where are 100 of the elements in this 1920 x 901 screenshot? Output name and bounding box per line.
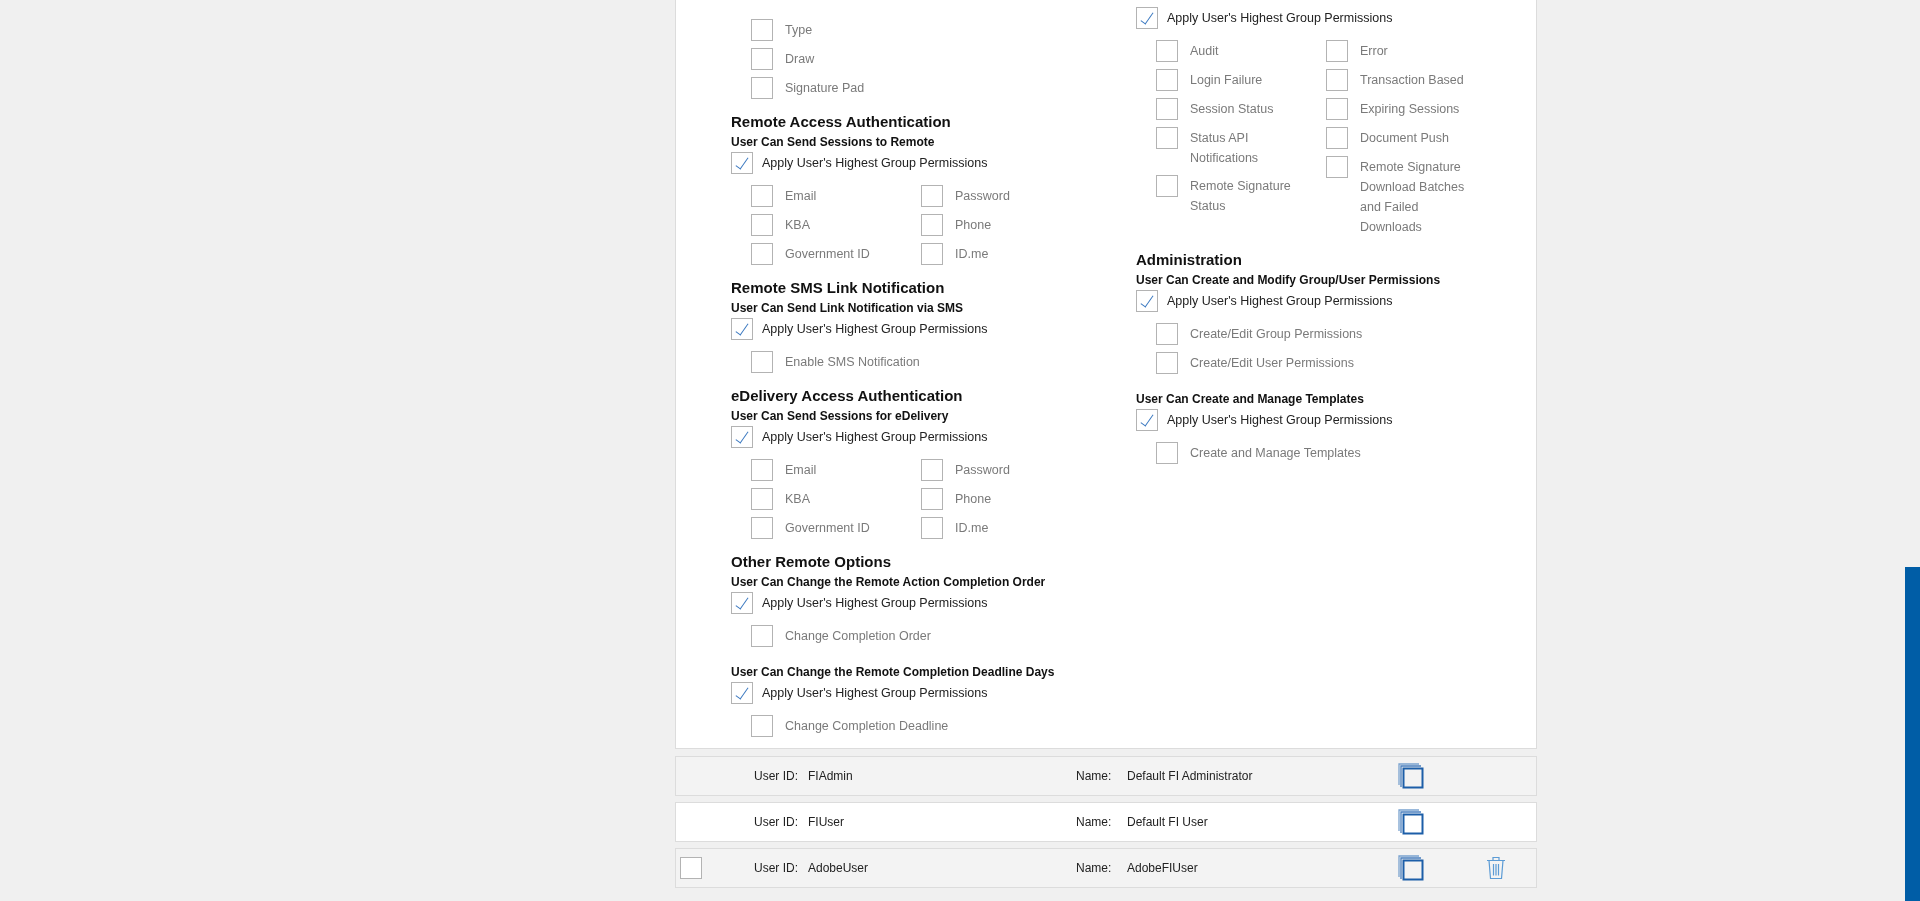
checkbox-label: Government ID (785, 246, 870, 263)
user-id: AdobeUser (808, 861, 870, 875)
user-name: AdobeFIUser (1127, 861, 1199, 875)
copy-icon[interactable] (1398, 763, 1424, 789)
checkbox[interactable] (751, 625, 773, 647)
permission-title: User Can Change the Remote Completion Deadline Days (731, 664, 1056, 681)
user-name: Default FI User (1127, 815, 1209, 829)
field-label: Name: (1076, 815, 1113, 829)
field-label: Name: (1076, 769, 1113, 783)
user-row[interactable]: User ID: FIAdmin Name: Default FI Administrator (675, 756, 1537, 796)
checked-checkbox[interactable] (731, 318, 753, 340)
checked-checkbox[interactable] (1136, 409, 1158, 431)
user-row[interactable]: User ID: FIUser Name: Default FI User (675, 802, 1537, 842)
checkbox[interactable] (921, 243, 943, 265)
permission-title: User Can Create and Manage Templates (1136, 391, 1365, 408)
checkbox-label: Session Status (1190, 101, 1274, 118)
checkbox-label: Remote Signature Status (1190, 178, 1292, 215)
checkbox[interactable] (751, 185, 773, 207)
checkbox[interactable] (1326, 127, 1348, 149)
checkbox-label: Draw (785, 51, 815, 68)
checkbox-label: Apply User's Highest Group Permissions (762, 322, 988, 336)
checkbox-label: Type (785, 22, 813, 39)
checkbox-label: Phone (955, 491, 992, 508)
checkbox-label: Create and Manage Templates (1190, 445, 1361, 462)
checkbox[interactable] (921, 459, 943, 481)
permission-title: User Can Send Sessions for eDelivery (731, 408, 950, 425)
checkbox[interactable] (751, 48, 773, 70)
checkbox[interactable] (751, 517, 773, 539)
checkbox[interactable] (1156, 40, 1178, 62)
checkbox[interactable] (751, 19, 773, 41)
checkbox[interactable] (1326, 156, 1348, 178)
checkbox-label: Phone (955, 217, 992, 234)
checked-checkbox[interactable] (731, 592, 753, 614)
checkbox[interactable] (921, 488, 943, 510)
checkbox-label: KBA (785, 217, 810, 234)
checkbox-label: KBA (785, 491, 810, 508)
checkbox[interactable] (751, 214, 773, 236)
checkbox[interactable] (1156, 323, 1178, 345)
checkbox[interactable] (1326, 98, 1348, 120)
checkbox-label: Password (955, 462, 1010, 479)
checkbox[interactable] (1156, 352, 1178, 374)
section-heading: Remote Access Authentication (731, 112, 952, 132)
checkbox[interactable] (1326, 40, 1348, 62)
checkbox-label: Government ID (785, 520, 870, 537)
permission-title: User Can Create and Modify Group/User Permissions (1136, 272, 1442, 289)
checkbox-label: Signature Pad (785, 80, 865, 97)
checked-checkbox[interactable] (1136, 7, 1158, 29)
checked-checkbox[interactable] (731, 426, 753, 448)
permission-title: User Can Send Link Notification via SMS (731, 300, 965, 317)
section-heading: Administration (1136, 250, 1243, 270)
checkbox-label: ID.me (955, 520, 989, 537)
user-name: Default FI Administrator (1127, 769, 1254, 783)
field-label: User ID: (754, 769, 799, 783)
user-row[interactable]: User ID: AdobeUser Name: AdobeFIUser (675, 848, 1537, 888)
checkbox[interactable] (1156, 98, 1178, 120)
checkbox-label: Document Push (1360, 130, 1449, 147)
checkbox[interactable] (1156, 69, 1178, 91)
checkbox-label: Expiring Sessions (1360, 101, 1460, 118)
trash-icon[interactable] (1486, 856, 1506, 880)
checkbox-label: Create/Edit Group Permissions (1190, 326, 1363, 343)
checked-checkbox[interactable] (1136, 290, 1158, 312)
checkbox[interactable] (751, 459, 773, 481)
checkbox-label: Create/Edit User Permissions (1190, 355, 1354, 372)
checkbox-label: Apply User's Highest Group Permissions (762, 430, 988, 444)
copy-icon[interactable] (1398, 809, 1424, 835)
checkbox-label: Change Completion Order (785, 628, 931, 645)
checkbox-label: Password (955, 188, 1010, 205)
checkbox[interactable] (751, 243, 773, 265)
checkbox[interactable] (751, 715, 773, 737)
checkbox-label: ID.me (955, 246, 989, 263)
checkbox-label: Error (1360, 43, 1388, 60)
permission-title: User Can Send Sessions to Remote (731, 134, 936, 151)
checkbox-label: Transaction Based (1360, 72, 1464, 89)
field-label: Name: (1076, 861, 1113, 875)
checkbox-label: Login Failure (1190, 72, 1263, 89)
section-heading: eDelivery Access Authentication (731, 386, 964, 406)
checked-checkbox[interactable] (731, 682, 753, 704)
checkbox-label: Apply User's Highest Group Permissions (762, 596, 988, 610)
permission-title: User Can Change the Remote Action Completion Order (731, 574, 1047, 591)
checkbox[interactable] (1156, 175, 1178, 197)
checkbox[interactable] (751, 77, 773, 99)
checkbox-label: Email (785, 188, 817, 205)
copy-icon[interactable] (1398, 855, 1424, 881)
checkbox-label: Apply User's Highest Group Permissions (1167, 11, 1393, 25)
field-label: User ID: (754, 815, 799, 829)
checkbox[interactable] (921, 185, 943, 207)
user-id: FIUser (808, 815, 845, 829)
checkbox[interactable] (921, 517, 943, 539)
checkbox[interactable] (680, 857, 702, 879)
checkbox-label: Audit (1190, 43, 1219, 60)
checkbox[interactable] (751, 351, 773, 373)
checkbox-label: Email (785, 462, 817, 479)
checkbox-label: Remote Signature Download Batches and Failed Downloads (1360, 159, 1466, 236)
checkbox[interactable] (751, 488, 773, 510)
checkbox-label: Enable SMS Notification (785, 354, 920, 371)
checkbox[interactable] (1156, 442, 1178, 464)
checked-checkbox[interactable] (731, 152, 753, 174)
checkbox[interactable] (921, 214, 943, 236)
checkbox[interactable] (1326, 69, 1348, 91)
checkbox[interactable] (1156, 127, 1178, 149)
